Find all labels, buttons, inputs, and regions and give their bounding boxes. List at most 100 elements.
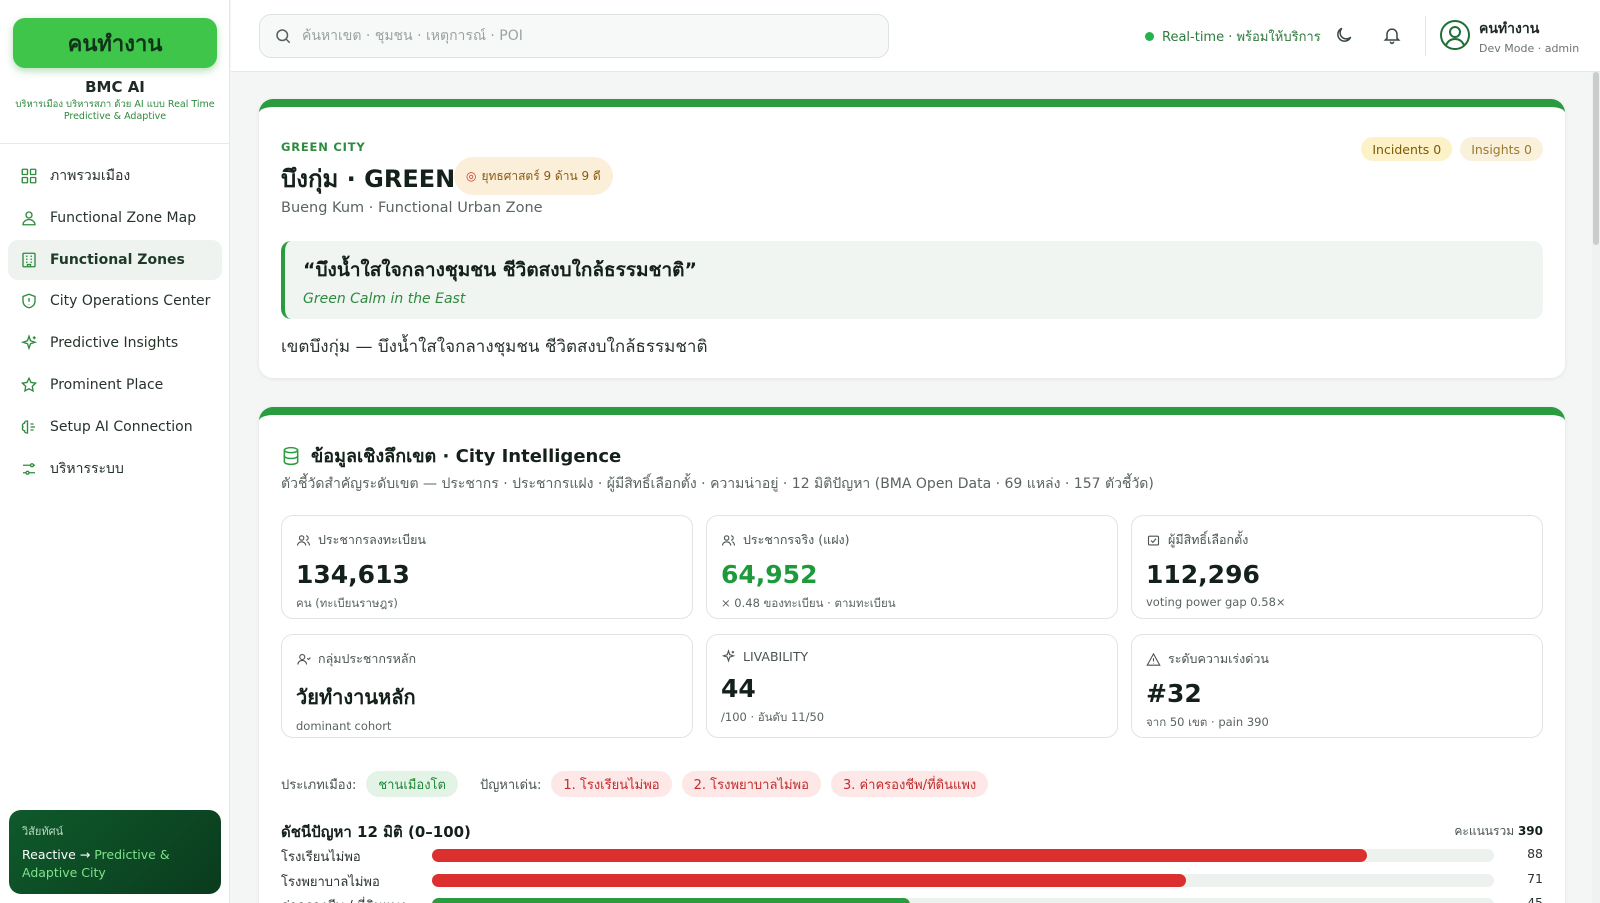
vote-icon <box>1147 535 1160 545</box>
zone-eyebrow: GREEN CITY <box>281 140 366 154</box>
bar-fill <box>432 849 1367 862</box>
status-dot-icon <box>1145 32 1154 41</box>
bell-icon <box>1383 28 1401 45</box>
theme-toggle-button[interactable] <box>1333 24 1355 46</box>
grid-icon <box>20 167 38 185</box>
sidebar-item-label: Prominent Place <box>50 376 164 393</box>
city-type-label: ประเภทเมือง: <box>281 777 357 793</box>
problem-bar-row: โรงเรียนไม่พอ 88 <box>281 845 1543 865</box>
sidebar-item-label: บริหารระบบ <box>50 460 124 477</box>
city-intelligence-card: ข้อมูลเชิงลึกเขต · City Intelligence ตัว… <box>259 407 1565 903</box>
sidebar-item-label: ภาพรวมเมือง <box>50 168 131 184</box>
city-type-tag[interactable]: ชานเมืองโต <box>366 771 458 797</box>
bar-label: ค่าครองชีพ / ที่ดินแพง <box>281 895 406 903</box>
issue-tag[interactable]: 1. โรงเรียนไม่พอ <box>551 771 672 797</box>
incidents-badge[interactable]: Incidents 0 <box>1361 137 1453 161</box>
users-icon <box>297 534 310 546</box>
sidebar-item-system-admin[interactable]: บริหารระบบ <box>8 449 222 489</box>
brand-tagline: บริหารเมือง บริหารสภา ด้วย AI แบบ Real T… <box>15 99 215 122</box>
section-subtitle: ตัวชี้วัดสำคัญระดับเขต — ประชากร · ประชา… <box>281 476 1154 492</box>
shield-icon <box>20 292 38 310</box>
moon-icon <box>1337 27 1352 42</box>
stat-label: LIVABILITY <box>721 649 1103 664</box>
quote-thai: “บึงน้ำใสใจกลางชุมชน ชีวิตสงบใกล้ธรรมชาต… <box>303 259 697 281</box>
stat-card-urgency-rank: ระดับความเร่งด่วน #32 จาก 50 เขต · pain … <box>1131 634 1543 738</box>
sidebar-item-prominent-place[interactable]: Prominent Place <box>8 365 222 405</box>
star-icon <box>20 376 38 394</box>
sidebar-item-label: City Operations Center <box>50 293 211 310</box>
bar-label: โรงพยาบาลไม่พอ <box>281 874 380 890</box>
sparkle-icon <box>721 649 736 663</box>
bar-track <box>432 873 1494 887</box>
strategy-badge[interactable]: ◎ ยุทธศาสตร์ 9 ด้าน 9 ดี <box>454 157 613 195</box>
zone-tags: ประเภทเมือง: ชานเมืองโต ปัญหาเด่น: 1. โร… <box>281 771 989 797</box>
sidebar-item-predictive-insights[interactable]: Predictive Insights <box>8 323 222 363</box>
zone-header-card: GREEN CITY บึงกุ่ม · GREEN ◎ ยุทธศาสตร์ … <box>259 99 1565 378</box>
avatar <box>1439 19 1471 55</box>
sidebar-item-setup-ai-connection[interactable]: Setup AI Connection <box>8 407 222 447</box>
stat-value: 112,296 <box>1146 560 1260 589</box>
stat-note: จาก 50 เขต · pain 390 <box>1146 715 1269 729</box>
sliders-icon <box>20 460 38 478</box>
bar-value: 88 <box>1527 846 1543 861</box>
topbar: Real-time · พร้อมให้บริการ คนทำงาน Dev M… <box>231 0 1600 72</box>
stat-note: dominant cohort <box>296 719 392 733</box>
bar-track <box>432 898 1494 903</box>
search-icon <box>276 29 291 44</box>
vision-text: Reactive → Predictive & Adaptive City <box>22 846 208 882</box>
brand-logo-button[interactable]: คนทำงาน <box>13 18 217 68</box>
stat-value: วัยทำงานหลัก <box>296 685 416 709</box>
stat-value: 134,613 <box>296 560 410 589</box>
search-box[interactable] <box>259 14 889 58</box>
sidebar-divider <box>0 143 230 144</box>
stat-label: ผู้มีสิทธิ์เลือกตั้ง <box>1146 530 1528 550</box>
section-title: ข้อมูลเชิงลึกเขต · City Intelligence <box>281 441 621 470</box>
problem-index-title: ดัชนีปัญหา 12 มิติ (0–100) <box>281 823 471 841</box>
page-scrollbar[interactable] <box>1592 72 1600 903</box>
target-icon: ◎ <box>466 169 477 183</box>
issue-tag[interactable]: 2. โรงพยาบาลไม่พอ <box>681 771 821 797</box>
section-title-text: ข้อมูลเชิงลึกเขต · City Intelligence <box>311 446 622 467</box>
stat-card-dominant-cohort: กลุ่มประชากรหลัก วัยทำงานหลัก dominant c… <box>281 634 693 738</box>
problem-bar-row: โรงพยาบาลไม่พอ 71 <box>281 870 1543 890</box>
stat-card-eligible-voters: ผู้มีสิทธิ์เลือกตั้ง 112,296 voting powe… <box>1131 515 1543 619</box>
bar-label: โรงเรียนไม่พอ <box>281 850 361 865</box>
zone-subtitle: Bueng Kum · Functional Urban Zone <box>281 200 543 216</box>
brand-name: BMC AI <box>85 78 145 96</box>
quote-english: Green Calm in the East <box>303 291 466 307</box>
user-role: Dev Mode · admin <box>1479 42 1580 55</box>
sparkle-icon <box>20 334 38 352</box>
issue-tag[interactable]: 3. ค่าครองชีพ/ที่ดินแพง <box>830 771 989 797</box>
bar-value: 71 <box>1527 870 1543 886</box>
sidebar-item-city-overview[interactable]: ภาพรวมเมือง <box>8 156 222 196</box>
sidebar-item-label: Predictive Insights <box>50 335 179 352</box>
vision-label: วิสัยทัศน์ <box>22 825 64 838</box>
sidebar: คนทำงาน BMC AI บริหารเมือง บริหารสภา ด้ว… <box>0 0 230 903</box>
user-pin-icon <box>20 209 38 227</box>
scrollbar-thumb[interactable] <box>1593 72 1599 245</box>
sidebar-item-city-operations-center[interactable]: City Operations Center <box>8 281 222 321</box>
zone-description: เขตบึงกุ่ม — บึงน้ำใสใจกลางชุมชน ชีวิตสง… <box>281 337 708 357</box>
user-name: คนทำงาน <box>1479 21 1540 37</box>
realtime-status: Real-time · พร้อมให้บริการ <box>1145 26 1321 47</box>
stat-card-actual-population: ประชากรจริง (แฝง) 64,952 × 0.48 ของทะเบี… <box>706 515 1118 619</box>
bar-fill <box>432 873 1187 887</box>
stat-label: ประชากรลงทะเบียน <box>296 530 678 550</box>
user-menu[interactable]: คนทำงาน Dev Mode · admin <box>1439 18 1579 55</box>
bar-track <box>432 849 1494 862</box>
problem-bar-row: ค่าครองชีพ / ที่ดินแพง 45 <box>281 894 1543 903</box>
search-input[interactable] <box>302 28 862 44</box>
sidebar-item-label: Functional Zone Map <box>50 209 197 226</box>
zone-quote: “บึงน้ำใสใจกลางชุมชน ชีวิตสงบใกล้ธรรมชาต… <box>281 241 1543 319</box>
stat-note: × 0.48 ของทะเบียน · ตามทะเบียน <box>721 596 896 610</box>
sidebar-item-label: Setup AI Connection <box>50 418 193 435</box>
strategy-badge-label: ยุทธศาสตร์ 9 ด้าน 9 ดี <box>481 168 601 183</box>
bar-value: 45 <box>1527 895 1543 903</box>
notifications-button[interactable] <box>1381 24 1403 46</box>
stat-note: voting power gap 0.58× <box>1146 595 1286 609</box>
topbar-divider <box>1425 16 1426 56</box>
sidebar-item-functional-zones[interactable]: Functional Zones <box>8 239 222 280</box>
sidebar-item-functional-zone-map[interactable]: Functional Zone Map <box>8 198 222 238</box>
stat-label: ระดับความเร่งด่วน <box>1146 649 1528 669</box>
insights-badge[interactable]: Insights 0 <box>1460 137 1543 161</box>
